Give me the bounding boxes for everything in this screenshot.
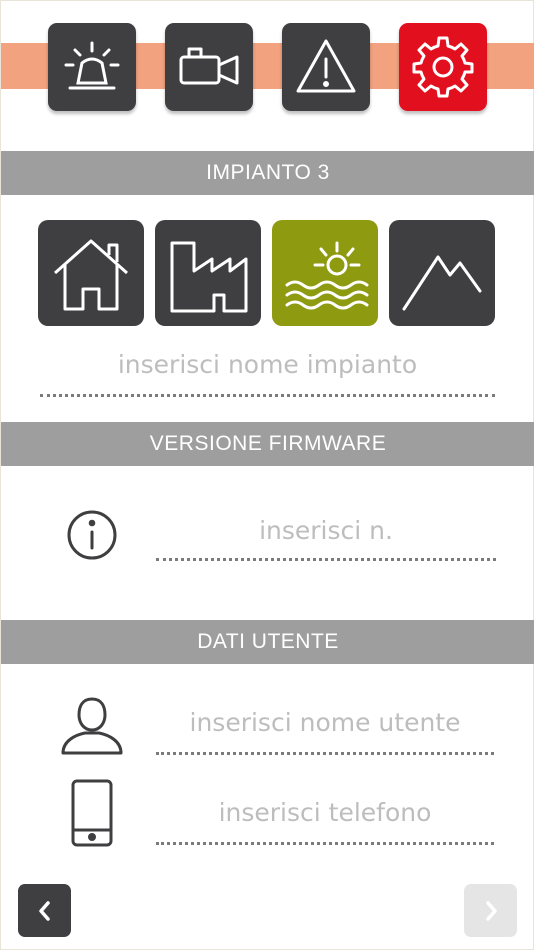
phone-icon [71,779,113,847]
user-name-input[interactable] [156,699,494,755]
section-user-title: DATI UTENTE [197,630,339,653]
house-icon [54,239,128,311]
chevron-right-icon [485,900,497,921]
plant-type-sea[interactable] [272,220,378,326]
section-impianto-title: IMPIANTO 3 [206,161,330,184]
tab-warning[interactable] [282,23,370,111]
section-firmware-title: VERSIONE FIRMWARE [149,432,387,455]
section-firmware-header: VERSIONE FIRMWARE [1,422,534,466]
plant-type-mountain[interactable] [389,220,495,326]
warning-icon [296,39,356,93]
app-screen: IMPIANTO 3 VERSI [0,0,534,950]
factory-icon [170,241,248,313]
user-icon [61,697,123,755]
section-impianto-header: IMPIANTO 3 [1,151,534,195]
plant-type-factory[interactable] [155,220,261,326]
alarm-siren-icon [64,41,120,90]
mountain-icon [402,255,482,311]
user-icon-box [59,693,125,759]
info-icon [67,510,117,560]
plant-name-input[interactable] [40,341,495,397]
tab-camera[interactable] [165,23,253,111]
tab-alarm[interactable] [48,23,136,111]
back-button[interactable] [18,884,71,937]
section-user-header: DATI UTENTE [1,620,534,664]
tab-settings[interactable] [399,23,487,111]
video-camera-icon [179,47,239,85]
phone-icon-box [69,778,115,848]
settings-gear-icon [412,36,474,98]
firmware-version-input[interactable] [156,509,496,561]
chevron-left-icon [38,900,50,921]
info-icon-box [65,508,119,562]
sea-sun-icon [285,241,369,310]
phone-input[interactable] [156,789,494,845]
next-button[interactable] [464,884,517,937]
plant-type-house[interactable] [38,220,144,326]
